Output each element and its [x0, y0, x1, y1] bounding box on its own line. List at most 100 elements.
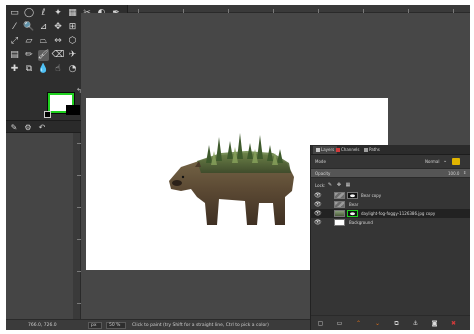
opacity-slider[interactable]: Opacity 100.0 ⇕ — [311, 168, 470, 178]
zoom-icon-glyph: 🔍 — [23, 22, 35, 32]
layer-name: Bear — [349, 202, 359, 207]
blur-icon[interactable]: 💧 — [38, 64, 49, 75]
default-colors-icon[interactable] — [44, 111, 51, 118]
free-select-icon-glyph: ℓ — [41, 8, 46, 18]
mode-label: Mode — [315, 159, 326, 164]
tool-options-icon[interactable]: ✎ — [9, 122, 19, 132]
cage-icon[interactable]: ⬡ — [67, 36, 78, 47]
eye-icon[interactable]: 👁 — [314, 210, 322, 217]
eraser-icon-glyph: ⌫ — [51, 50, 65, 60]
chain-link-icon[interactable] — [324, 219, 331, 226]
lock-position-icon[interactable]: ✥ — [336, 182, 342, 188]
measure-icon[interactable]: ⊿ — [38, 22, 49, 33]
color-select-icon-glyph: ▦ — [68, 8, 77, 18]
heal-icon-glyph: ✚ — [10, 64, 19, 74]
align-icon[interactable]: ⊞ — [67, 22, 78, 33]
zoom-selector[interactable]: 50 % — [106, 322, 126, 329]
scale-icon[interactable]: ⤢ — [9, 36, 20, 47]
spin-arrows-icon[interactable]: ⇕ — [463, 170, 466, 175]
layer-mask-thumbnail[interactable] — [347, 192, 358, 199]
perspective-clone-icon-glyph: ⧉ — [25, 64, 33, 74]
layer-mask-thumbnail[interactable] — [347, 210, 358, 217]
airbrush-icon-glyph: ✈ — [68, 50, 77, 60]
layer-thumbnail — [334, 219, 345, 226]
perspective-icon[interactable]: ⏢ — [38, 36, 49, 47]
chain-link-icon[interactable] — [324, 192, 331, 199]
perspective-clone-icon[interactable]: ⧉ — [24, 64, 35, 75]
dodge-burn-icon[interactable]: ◔ — [67, 64, 78, 75]
eraser-icon[interactable]: ⌫ — [51, 50, 65, 61]
fuzzy-select-icon-glyph: ✦ — [54, 8, 62, 18]
eye-icon[interactable]: 👁 — [314, 219, 322, 226]
composite-mode-icon[interactable] — [452, 158, 460, 165]
blur-icon-glyph: 💧 — [37, 64, 50, 74]
ellipse-select-icon[interactable]: ◯ — [24, 8, 35, 19]
flip-icon-glyph: ⇔ — [54, 36, 62, 46]
paintbrush-icon[interactable]: 🖌 — [38, 50, 49, 61]
lock-pixels-icon[interactable]: ✎ — [327, 182, 333, 188]
pencil-icon-glyph: ✏ — [25, 50, 33, 60]
tab-paths[interactable]: Paths — [361, 146, 383, 154]
duplicate-layer-icon[interactable]: ⧉ — [393, 320, 400, 327]
move-icon[interactable]: ✥ — [53, 22, 64, 33]
layer-row[interactable]: 👁 daylight-fog-foggy-1126386.jpg copy — [311, 209, 470, 218]
tab-channels[interactable]: Channels — [333, 146, 363, 154]
layer-row[interactable]: 👁 Bear copy — [311, 191, 470, 200]
lock-alpha-icon[interactable]: ▦ — [345, 182, 351, 188]
free-select-icon[interactable]: ℓ — [38, 8, 49, 19]
lock-label: Lock: — [315, 183, 326, 188]
chain-link-icon[interactable] — [324, 210, 331, 217]
tab-label: Channels — [341, 147, 360, 152]
background-color-swatch[interactable] — [66, 105, 80, 115]
layers-footer-toolbar: ▢ ▭ ⌃ ⌄ ⧉ ⚓ ◙ ✖ — [311, 315, 470, 330]
smudge-icon[interactable]: ☝ — [53, 64, 64, 75]
dodge-burn-icon-glyph: ◔ — [68, 64, 77, 74]
color-picker-icon-glyph: ⁄ — [13, 22, 16, 32]
pencil-icon[interactable]: ✏ — [24, 50, 35, 61]
fuzzy-select-icon[interactable]: ✦ — [53, 8, 64, 19]
flip-icon[interactable]: ⇔ — [53, 36, 64, 47]
heal-icon[interactable]: ✚ — [9, 64, 20, 75]
lower-layer-icon[interactable]: ⌄ — [374, 320, 381, 327]
eye-icon[interactable]: 👁 — [314, 192, 322, 199]
gradient-icon[interactable]: ▤ — [9, 50, 20, 61]
layer-name: Background — [349, 220, 373, 225]
layer-row[interactable]: 👁 Bear — [311, 200, 470, 209]
align-icon-glyph: ⊞ — [68, 22, 77, 32]
eye-icon[interactable]: 👁 — [314, 201, 322, 208]
chevron-down-icon[interactable]: ⌄ — [443, 158, 447, 164]
raise-layer-icon[interactable]: ⌃ — [355, 320, 362, 327]
layer-row[interactable]: 👁 Background — [311, 218, 470, 227]
smudge-icon-glyph: ☝ — [55, 64, 61, 74]
undo-history-icon[interactable]: ↶ — [37, 122, 47, 132]
layers-tab-icon — [316, 148, 320, 152]
layer-list: 👁 Bear copy 👁 Bear 👁 daylight-fog-foggy-11263… — [311, 191, 470, 311]
rect-select-icon[interactable]: ▭ — [9, 8, 20, 19]
zoom-icon[interactable]: 🔍 — [23, 22, 35, 33]
chain-link-icon[interactable] — [324, 201, 331, 208]
new-layer-group-icon[interactable]: ▭ — [336, 320, 343, 327]
add-mask-icon[interactable]: ◙ — [431, 320, 438, 327]
shear-icon[interactable]: ▱ — [24, 36, 35, 47]
dock-tab-bar: Layers Channels Paths — [311, 145, 470, 155]
color-picker-icon[interactable]: ⁄ — [9, 22, 20, 33]
color-select-icon[interactable]: ▦ — [67, 8, 78, 19]
delete-layer-icon[interactable]: ✖ — [450, 320, 457, 327]
layer-name: Bear copy — [361, 193, 382, 198]
new-layer-icon[interactable]: ▢ — [317, 320, 324, 327]
anchor-layer-icon[interactable]: ⚓ — [412, 320, 419, 327]
perspective-icon-glyph: ⏢ — [39, 36, 48, 46]
shear-icon-glyph: ▱ — [25, 36, 33, 46]
pointer-coordinates: 766.0, 726.0 — [28, 323, 57, 328]
tab-label: Paths — [369, 147, 380, 152]
unit-selector[interactable]: px — [88, 322, 102, 329]
move-icon-glyph: ✥ — [54, 22, 62, 32]
mode-row: Mode Normal ⌄ — [311, 157, 470, 166]
ellipse-select-icon-glyph: ◯ — [23, 8, 35, 18]
device-status-icon[interactable]: ⚙ — [23, 122, 33, 132]
airbrush-icon[interactable]: ✈ — [67, 50, 78, 61]
mode-dropdown[interactable]: Normal — [425, 159, 439, 164]
horizontal-ruler — [128, 5, 470, 13]
cage-icon-glyph: ⬡ — [68, 36, 77, 46]
layer-thumbnail — [334, 192, 345, 199]
